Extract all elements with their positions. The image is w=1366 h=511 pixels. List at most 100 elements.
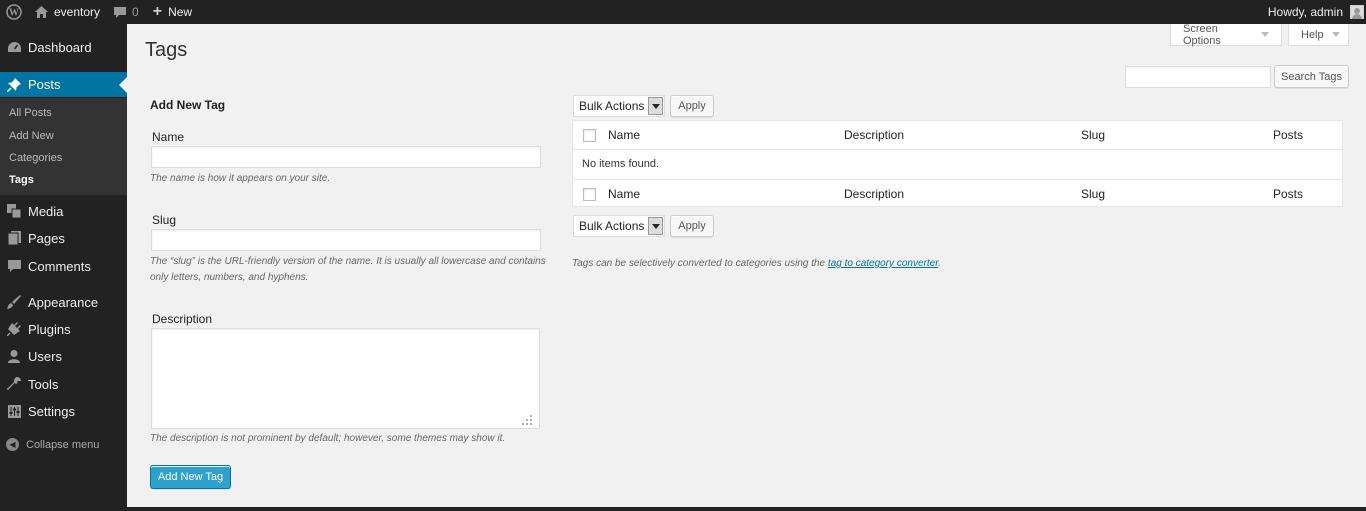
- description-hint: The description is not prominent by defa…: [150, 433, 506, 444]
- submenu-add-new[interactable]: Add New: [9, 130, 54, 142]
- menu-comments[interactable]: Comments: [0, 255, 127, 277]
- slug-label: Slug: [152, 213, 177, 227]
- menu-label: Settings: [28, 403, 75, 419]
- column-slug-header[interactable]: Slug: [1081, 128, 1105, 142]
- triangle-down-icon: [1331, 32, 1340, 37]
- menu-label: Posts: [28, 77, 61, 92]
- slug-hint-line-2: only letters, numbers, and hyphens.: [150, 272, 309, 283]
- resize-handle-icon[interactable]: [520, 414, 533, 426]
- column-description-footer: Description: [844, 187, 905, 201]
- dropdown-arrow-icon: [648, 97, 663, 115]
- settings-icon: [0, 404, 28, 418]
- plugin-icon: [0, 322, 28, 336]
- name-hint: The name is how it appears on your site.: [150, 173, 331, 184]
- comment-icon: [0, 260, 28, 272]
- home-icon: [35, 6, 48, 18]
- add-new-tag-button[interactable]: Add New Tag: [150, 465, 231, 489]
- converter-note-prefix: Tags can be selectively converted to cat…: [572, 258, 828, 269]
- menu-pages[interactable]: Pages: [0, 227, 127, 249]
- table-header-row: Name Description Slug Posts: [573, 121, 1342, 150]
- new-content-link[interactable]: + New: [146, 0, 199, 24]
- no-items-message: No items found.: [582, 158, 660, 170]
- wordpress-logo[interactable]: W: [0, 0, 28, 24]
- menu-users[interactable]: Users: [0, 345, 127, 367]
- description-field[interactable]: [151, 328, 540, 429]
- help-button[interactable]: Help: [1288, 24, 1349, 46]
- comments-count: 0: [132, 5, 139, 19]
- menu-label: Pages: [28, 230, 65, 246]
- submenu-tags[interactable]: Tags: [9, 174, 34, 186]
- menu-label: Users: [28, 348, 62, 364]
- search-tags-button[interactable]: Search Tags: [1274, 65, 1349, 88]
- tag-converter-link[interactable]: tag to category converter: [828, 258, 938, 269]
- menu-label: Comments: [28, 258, 91, 274]
- apply-button-bottom[interactable]: Apply: [670, 215, 714, 237]
- submenu-all-posts[interactable]: All Posts: [9, 107, 52, 119]
- svg-text:W: W: [9, 8, 19, 19]
- menu-appearance[interactable]: Appearance: [0, 291, 127, 313]
- bulk-actions-select-top[interactable]: Bulk Actions: [573, 95, 665, 117]
- menu-media[interactable]: Media: [0, 200, 127, 222]
- table-row: No items found.: [573, 150, 1342, 180]
- admin-menu: Dashboard Posts All Posts Add New Catego…: [0, 24, 127, 511]
- collapse-label: Collapse menu: [26, 438, 100, 451]
- bulk-actions-label: Bulk Actions: [579, 219, 645, 233]
- paintbrush-icon: [0, 295, 28, 309]
- avatar: [1350, 5, 1364, 19]
- screen-options-label: Screen Options: [1183, 22, 1221, 47]
- converter-note-suffix: .: [938, 258, 941, 269]
- comment-bubble-icon: [114, 6, 127, 18]
- menu-label: Media: [28, 203, 64, 219]
- table-footer-row: Name Description Slug Posts: [573, 180, 1342, 209]
- add-new-tag-heading: Add New Tag: [150, 98, 226, 112]
- user-icon: [0, 349, 28, 363]
- menu-label: Appearance: [28, 294, 99, 310]
- site-name: eventory: [54, 5, 101, 19]
- description-label: Description: [152, 312, 213, 326]
- column-posts-footer[interactable]: Posts: [1273, 187, 1303, 201]
- pages-icon: [0, 231, 28, 245]
- menu-label: Dashboard: [28, 39, 92, 55]
- help-label: Help: [1301, 28, 1324, 41]
- slug-hint: The “slug” is the URL-friendly version o…: [150, 254, 546, 286]
- posts-submenu: All Posts Add New Categories Tags: [0, 98, 127, 195]
- bottom-edge: [0, 507, 1366, 511]
- select-all-checkbox-footer[interactable]: [583, 188, 596, 201]
- media-icon: [0, 204, 28, 218]
- menu-dashboard[interactable]: Dashboard: [0, 36, 127, 58]
- pushpin-icon: [0, 77, 28, 92]
- menu-label: Tools: [28, 376, 59, 392]
- bulk-actions-select-bottom[interactable]: Bulk Actions: [573, 215, 665, 237]
- apply-button-top[interactable]: Apply: [670, 95, 714, 117]
- my-account[interactable]: Howdy, admin: [1261, 0, 1366, 24]
- menu-plugins[interactable]: Plugins: [0, 318, 127, 340]
- collapse-arrow-icon: ◀: [6, 438, 19, 451]
- search-input[interactable]: [1125, 66, 1271, 88]
- wordpress-icon: W: [6, 4, 22, 20]
- tags-table: Name Description Slug Posts No items fou…: [572, 120, 1343, 207]
- converter-note: Tags can be selectively converted to cat…: [572, 256, 941, 272]
- admin-bar: W eventory 0 + New Howdy, admin: [0, 0, 1366, 24]
- triangle-down-icon: [1261, 32, 1269, 37]
- submenu-categories[interactable]: Categories: [9, 152, 62, 164]
- name-field[interactable]: [151, 146, 541, 168]
- site-name-link[interactable]: eventory: [28, 0, 107, 24]
- screen-options-button[interactable]: Screen Options: [1170, 22, 1282, 47]
- comments-link[interactable]: 0: [107, 0, 146, 24]
- column-posts-header[interactable]: Posts: [1273, 128, 1303, 142]
- column-slug-footer[interactable]: Slug: [1081, 187, 1105, 201]
- menu-settings[interactable]: Settings: [0, 400, 127, 422]
- page-title: Tags: [145, 39, 188, 61]
- column-name-footer[interactable]: Name: [608, 187, 640, 201]
- wrench-icon: [0, 377, 28, 391]
- slug-field[interactable]: [151, 229, 541, 251]
- menu-tools[interactable]: Tools: [0, 373, 127, 395]
- column-description-header: Description: [844, 128, 905, 142]
- collapse-menu-button[interactable]: ◀ Collapse menu: [6, 438, 99, 451]
- new-label: New: [168, 5, 193, 19]
- menu-posts[interactable]: Posts: [0, 72, 127, 97]
- dropdown-arrow-icon: [648, 217, 663, 235]
- greeting: Howdy, admin: [1267, 5, 1343, 19]
- column-name-header[interactable]: Name: [608, 128, 640, 142]
- select-all-checkbox[interactable]: [583, 129, 596, 142]
